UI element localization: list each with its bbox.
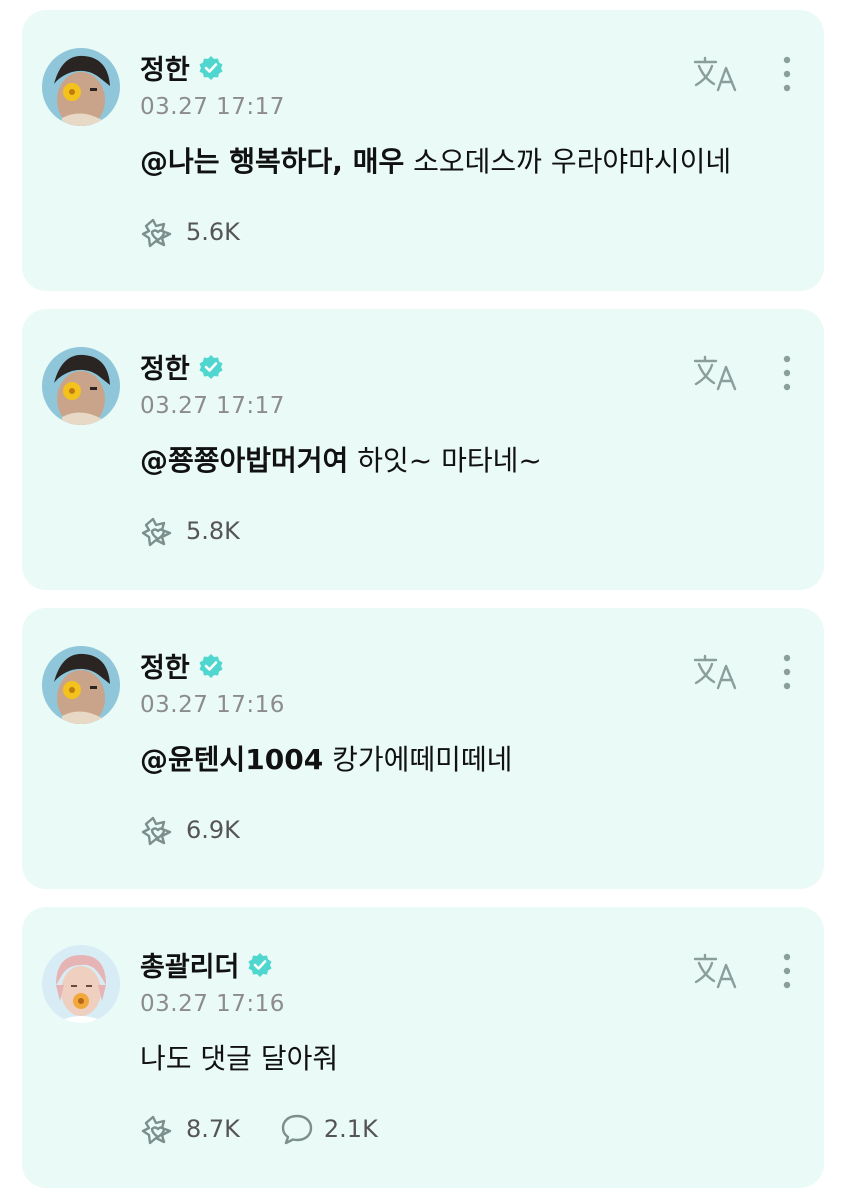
post-stats: 8.7K 2.1K <box>140 1109 418 1149</box>
author-name[interactable]: 정한 <box>140 347 224 386</box>
comment-count: 2.1K <box>323 1115 378 1143</box>
author-avatar[interactable] <box>42 646 120 724</box>
verified-badge-icon <box>199 55 223 80</box>
post-text: 캉가에떼미떼네 <box>323 743 513 776</box>
post-timestamp: 03.27 17:16 <box>140 692 285 718</box>
post-body: 나도 댓글 달아줘 <box>140 1037 338 1077</box>
author-avatar[interactable] <box>42 945 120 1023</box>
author-avatar[interactable] <box>42 48 120 126</box>
more-vertical-icon[interactable] <box>774 652 800 692</box>
like-icon[interactable] <box>140 814 176 846</box>
more-vertical-icon[interactable] <box>774 54 800 94</box>
like-stat[interactable]: 5.6K <box>140 216 240 248</box>
author-name[interactable]: 정한 <box>140 646 224 685</box>
mention-link[interactable]: @쭁쭁아밥머거여 <box>140 444 348 477</box>
author-name[interactable]: 총괄리더 <box>140 945 273 984</box>
comment-icon[interactable] <box>280 1113 314 1145</box>
post-text: 나도 댓글 달아줘 <box>140 1042 339 1075</box>
like-stat[interactable]: 6.9K <box>140 814 240 846</box>
like-count: 8.7K <box>186 1115 240 1143</box>
more-vertical-icon[interactable] <box>774 951 800 991</box>
translate-icon[interactable] <box>692 951 738 991</box>
post-card[interactable]: 정한 03.27 17:17 @나는 행복하다, 매우 소오데스까 우라야마시이… <box>22 10 824 291</box>
translate-icon[interactable] <box>692 652 738 692</box>
author-name-text[interactable]: 총괄리더 <box>140 945 239 984</box>
author-name-text[interactable]: 정한 <box>140 646 190 685</box>
like-count: 5.6K <box>186 218 240 246</box>
author-name-text[interactable]: 정한 <box>140 48 190 87</box>
like-count: 6.9K <box>186 816 240 844</box>
like-icon[interactable] <box>140 1113 176 1145</box>
post-card[interactable]: 정한 03.27 17:17 @쭁쭁아밥머거여 하잇~ 마타네~ 5.8K <box>22 309 824 590</box>
post-stats: 5.8K <box>140 511 280 551</box>
like-count: 5.8K <box>186 517 240 545</box>
translate-icon[interactable] <box>692 353 738 393</box>
post-text: 소오데스까 우라야마시이네 <box>404 145 732 178</box>
like-icon[interactable] <box>140 515 176 547</box>
verified-badge-icon <box>199 354 223 379</box>
post-stats: 6.9K <box>140 810 280 850</box>
verified-badge-icon <box>248 952 272 977</box>
post-body: @윤텐시1004 캉가에떼미떼네 <box>140 738 512 778</box>
author-avatar[interactable] <box>42 347 120 425</box>
post-timestamp: 03.27 17:17 <box>140 393 285 419</box>
post-body: @쭁쭁아밥머거여 하잇~ 마타네~ <box>140 439 542 479</box>
verified-badge-icon <box>199 653 223 678</box>
translate-icon[interactable] <box>692 54 738 94</box>
post-timestamp: 03.27 17:16 <box>140 991 285 1017</box>
post-body: @나는 행복하다, 매우 소오데스까 우라야마시이네 <box>140 140 731 180</box>
more-vertical-icon[interactable] <box>774 353 800 393</box>
like-stat[interactable]: 8.7K <box>140 1113 240 1145</box>
post-text: 하잇~ 마타네~ <box>348 444 542 477</box>
post-stats: 5.6K <box>140 212 280 252</box>
post-timestamp: 03.27 17:17 <box>140 94 285 120</box>
post-card[interactable]: 정한 03.27 17:16 @윤텐시1004 캉가에떼미떼네 6.9K <box>22 608 824 889</box>
author-name-text[interactable]: 정한 <box>140 347 190 386</box>
mention-link[interactable]: @윤텐시1004 <box>140 743 323 776</box>
author-name[interactable]: 정한 <box>140 48 224 87</box>
comment-stat[interactable]: 2.1K <box>280 1113 378 1145</box>
like-icon[interactable] <box>140 216 176 248</box>
mention-link[interactable]: @나는 행복하다, 매우 <box>140 145 404 178</box>
post-card[interactable]: 총괄리더 03.27 17:16 나도 댓글 달아줘 8.7K 2.1K <box>22 907 824 1188</box>
like-stat[interactable]: 5.8K <box>140 515 240 547</box>
